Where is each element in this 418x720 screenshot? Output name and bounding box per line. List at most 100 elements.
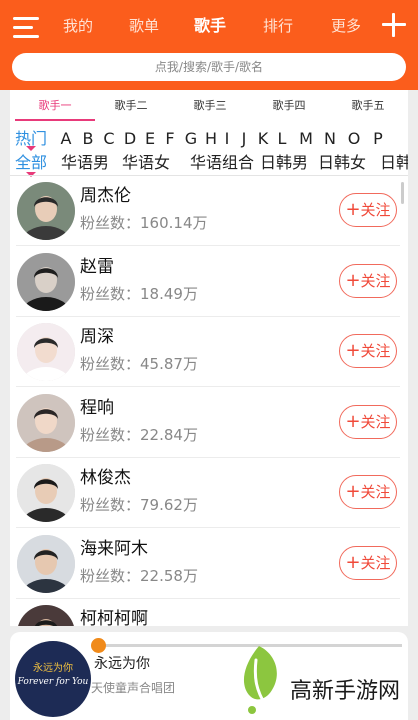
- artist-fans: 粉丝数：22.84万: [80, 425, 198, 445]
- fans-count: 45.87万: [140, 355, 198, 373]
- letter-index: 热门 A B C D E F G H I J K L M N O P: [10, 128, 408, 150]
- artist-row-zhao-lei[interactable]: 赵雷粉丝数：18.49万 +关注: [10, 247, 400, 317]
- follow-label: 关注: [360, 201, 391, 219]
- letter-g[interactable]: G: [185, 128, 197, 150]
- follow-plus-icon: +: [345, 269, 361, 291]
- artist-avatar[interactable]: [17, 252, 75, 311]
- artist-row-jj-lin[interactable]: 林俊杰粉丝数：79.62万 +关注: [10, 458, 400, 528]
- letter-n[interactable]: N: [324, 128, 336, 150]
- follow-button[interactable]: +关注: [339, 545, 397, 580]
- follow-button[interactable]: +关注: [339, 404, 397, 439]
- fans-count: 160.14万: [140, 214, 208, 232]
- category-jk-male[interactable]: 日韩男: [260, 151, 308, 175]
- follow-plus-icon: +: [345, 410, 361, 432]
- tab-singer-1[interactable]: 歌手一: [39, 90, 72, 122]
- artist-avatar[interactable]: [17, 464, 75, 522]
- follow-plus-icon: +: [345, 199, 361, 220]
- artist-name[interactable]: 林俊杰: [80, 467, 131, 489]
- fans-prefix: 粉丝数：: [80, 214, 141, 232]
- artist-name[interactable]: 海来阿木: [80, 538, 148, 560]
- progress-handle[interactable]: [91, 638, 106, 653]
- tab-singer-4[interactable]: 歌手四: [273, 90, 306, 122]
- follow-label: 关注: [360, 553, 391, 572]
- follow-plus-icon: +: [345, 551, 361, 573]
- artist-row-hai-lai-a-mu[interactable]: 海来阿木粉丝数：22.58万 +关注: [10, 529, 400, 599]
- search-input[interactable]: 点我/搜索/歌手/歌名: [12, 53, 406, 81]
- letter-d[interactable]: D: [124, 128, 136, 150]
- artist-avatar[interactable]: [17, 182, 75, 240]
- tab-singer-2[interactable]: 歌手二: [115, 90, 148, 122]
- letter-i[interactable]: I: [225, 128, 230, 150]
- artist-avatar[interactable]: [17, 323, 75, 381]
- fans-count: 79.62万: [140, 496, 198, 514]
- follow-button[interactable]: +关注: [339, 334, 397, 368]
- fans-count: 18.49万: [140, 284, 198, 303]
- tab-singer-3[interactable]: 歌手三: [194, 90, 227, 122]
- letter-c[interactable]: C: [103, 128, 114, 150]
- album-cover[interactable]: 永远为你 Forever for You: [15, 641, 91, 717]
- fans-prefix: 粉丝数：: [80, 284, 141, 303]
- artist-row-zhou-shen[interactable]: 周深粉丝数：45.87万 +关注: [10, 317, 400, 387]
- artist-fans: 粉丝数：79.62万: [80, 495, 198, 515]
- letter-a[interactable]: A: [61, 128, 72, 150]
- category-cn-male[interactable]: 华语男: [61, 151, 109, 175]
- follow-label: 关注: [360, 483, 391, 501]
- artist-name[interactable]: 柯柯柯啊: [80, 608, 148, 626]
- brand-watermark-text: 高新手游网: [290, 679, 401, 704]
- letter-e[interactable]: E: [145, 128, 155, 150]
- letter-h[interactable]: H: [205, 128, 217, 150]
- letter-m[interactable]: M: [299, 128, 313, 150]
- artist-row-jay-chou[interactable]: 周杰伦粉丝数：160.14万 +关注: [10, 176, 400, 246]
- fans-count: 22.58万: [140, 566, 198, 585]
- artist-fans: 粉丝数：160.14万: [80, 213, 208, 233]
- nav-item-playlist[interactable]: 歌单: [129, 14, 159, 38]
- artist-name[interactable]: 赵雷: [80, 256, 114, 278]
- mini-player[interactable]: 永远为你 Forever for You 永远为你 天使童声合唱团: [10, 632, 408, 720]
- artist-name[interactable]: 程响: [80, 397, 114, 419]
- artist-avatar[interactable]: [17, 605, 75, 626]
- artist-avatar[interactable]: [17, 393, 75, 452]
- artist-avatar[interactable]: [17, 534, 75, 593]
- artist-row-cheng-xiang[interactable]: 程响粉丝数：22.84万 +关注: [10, 388, 400, 458]
- artist-fans: 粉丝数：45.87万: [80, 354, 198, 374]
- category-jk[interactable]: 日韩: [380, 151, 408, 175]
- follow-label: 关注: [360, 271, 391, 290]
- album-title: 永远为你: [33, 663, 73, 674]
- nav-item-mine[interactable]: 我的: [63, 14, 93, 38]
- scrollbar[interactable]: [401, 182, 404, 204]
- fans-prefix: 粉丝数：: [80, 425, 141, 444]
- artist-row-ke-ke-ke-a[interactable]: 柯柯柯啊: [10, 599, 400, 626]
- header-bar: 我的 歌单 歌手 排行 更多 点我/搜索/歌手/歌名: [0, 0, 418, 90]
- fans-prefix: 粉丝数：: [80, 496, 141, 514]
- tab-singer-5[interactable]: 歌手五: [352, 90, 385, 122]
- follow-label: 关注: [360, 342, 391, 360]
- follow-button[interactable]: +关注: [339, 475, 397, 509]
- artist-name[interactable]: 周深: [80, 326, 114, 348]
- artist-name[interactable]: 周杰伦: [80, 185, 131, 207]
- fans-prefix: 粉丝数：: [80, 566, 141, 585]
- category-jk-female[interactable]: 日韩女: [318, 151, 366, 175]
- top-nav: 我的 歌单 歌手 排行 更多: [0, 14, 418, 38]
- singer-panel: 歌手一 歌手二 歌手三 歌手四 歌手五 热门 A B C D E F G H I…: [10, 90, 408, 626]
- follow-button[interactable]: +关注: [339, 193, 397, 227]
- letter-b[interactable]: B: [83, 128, 94, 150]
- brand-logo-icon: [243, 646, 277, 714]
- letter-j[interactable]: J: [242, 128, 247, 150]
- nav-item-more[interactable]: 更多: [331, 14, 361, 38]
- follow-label: 关注: [360, 412, 391, 431]
- fans-prefix: 粉丝数：: [80, 355, 141, 373]
- artist-fans: 粉丝数：22.58万: [80, 566, 198, 586]
- singer-tabs: 歌手一 歌手二 歌手三 歌手四 歌手五: [10, 90, 408, 122]
- follow-button[interactable]: +关注: [339, 263, 397, 298]
- letter-o[interactable]: O: [348, 128, 361, 150]
- nav-item-singer[interactable]: 歌手: [194, 14, 226, 38]
- follow-plus-icon: +: [345, 340, 361, 361]
- category-cn-female[interactable]: 华语女: [122, 151, 170, 175]
- letter-k[interactable]: K: [258, 128, 269, 150]
- category-cn-group[interactable]: 华语组合: [190, 151, 254, 175]
- letter-p[interactable]: P: [373, 128, 383, 150]
- add-icon[interactable]: [382, 13, 406, 37]
- nav-item-chart[interactable]: 排行: [263, 14, 293, 38]
- letter-l[interactable]: L: [278, 128, 287, 150]
- letter-f[interactable]: F: [165, 128, 174, 150]
